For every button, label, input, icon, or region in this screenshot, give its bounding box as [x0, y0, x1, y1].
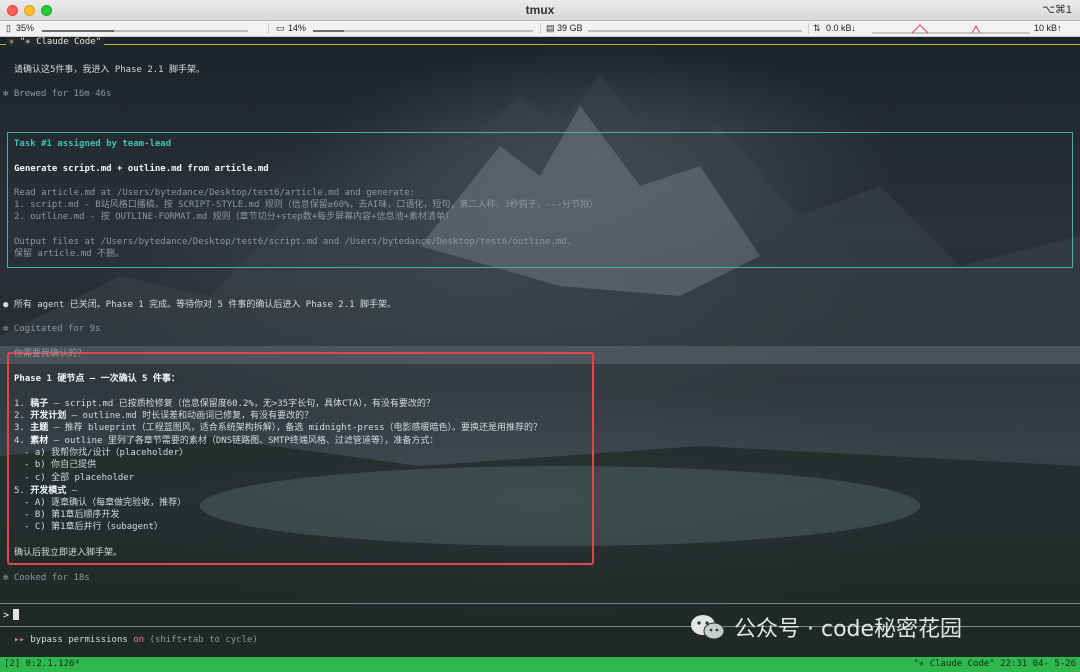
- prompt-input[interactable]: >: [3, 609, 20, 622]
- tmux-pane-title: ✳ "✳ Claude Code": [0, 37, 1080, 49]
- permissions-mode-line[interactable]: ▸▸ bypass permissions on (shift+tab to c…: [14, 634, 258, 646]
- cogitated-status: ✻ Cogitated for 9s: [3, 324, 101, 334]
- item-key: 素材: [30, 436, 49, 446]
- cpu-percent: 35%: [16, 23, 35, 33]
- confirm-item-3: 3. 主题 — 推荐 blueprint（工程蓝图风，适合系统架构拆解），备选 …: [14, 422, 542, 434]
- tmux-session-info[interactable]: [2] 0:2.1.126*: [4, 657, 80, 672]
- brewed-status: ✻ Brewed for 16m 46s: [3, 89, 112, 99]
- task-title: Generate script.md + outline.md from art…: [14, 164, 269, 174]
- task-keep-line: 保留 article.md 不删。: [14, 249, 125, 259]
- input-border-top: [0, 603, 1080, 604]
- window-shortcut: ⌥⌘1: [1042, 4, 1072, 16]
- item-text: — outline 里列了各章节需要的素材（DNS链路图、SMTP终端风格、过滤…: [48, 436, 439, 446]
- phase-title: Phase 1 硬节点 — 一次确认 5 件事：: [14, 374, 180, 384]
- confirm-closing-line: 确认后我立即进入脚手架。: [14, 548, 123, 558]
- window-title: tmux: [525, 3, 555, 17]
- item-key: 主题: [30, 423, 49, 433]
- confirm-item-1: 1. 稿子 — script.md 已按质检修复（信息保留度60.2%，无>35…: [14, 398, 435, 410]
- double-chevron-icon: ▸▸: [14, 635, 25, 645]
- confirm-item-4: 4. 素材 — outline 里列了各章节需要的素材（DNS链路图、SMTP终…: [14, 435, 438, 447]
- ask-label: 你需要我确认的？: [14, 349, 87, 359]
- permissions-state: on: [133, 635, 145, 645]
- assistant-message: 请确认这5件事，我进入 Phase 2.1 脚手架。: [14, 65, 206, 75]
- cpu-meter: [42, 30, 248, 32]
- system-stats-bar: ▯ 35% ▭ 14% ▤ 39 GB ⇅ 0.0 kB↓ 10 kB↑: [0, 21, 1080, 37]
- prompt-chevron-icon: >: [3, 610, 10, 621]
- dev-mode-option-b: - B) 第1章后顺序开发: [24, 510, 120, 520]
- material-option-b: - b) 你自己提供: [24, 460, 97, 470]
- confirm-item-2: 2. 开发计划 — outline.md 时长误差和动画词已修复，有没有要改的？: [14, 410, 313, 422]
- item-number: 2.: [14, 411, 31, 421]
- pane-label: ✳ "✳ Claude Code": [6, 37, 105, 47]
- item-number: 1.: [14, 399, 31, 409]
- agents-status-line: ● 所有 agent 已关闭。Phase 1 完成。等待你对 5 件事的确认后进…: [3, 300, 396, 310]
- item-key: 稿子: [30, 399, 49, 409]
- item-number: 3.: [14, 423, 31, 433]
- task-header: Task #1 assigned by team-lead: [14, 139, 172, 149]
- task-read-line: Read article.md at /Users/bytedance/Desk…: [14, 188, 415, 198]
- network-down: 0.0 kB↓: [826, 23, 857, 33]
- text-cursor: [13, 609, 20, 620]
- disk-meter: [588, 30, 802, 32]
- item-key: 开发计划: [30, 411, 67, 421]
- tmux-status-bar: [2] 0:2.1.126* "✳ Claude Code" 22:31 04-…: [0, 657, 1080, 672]
- item-text: — outline.md 时长误差和动画词已修复，有没有要改的？: [66, 411, 314, 421]
- material-option-c: - c) 全部 placeholder: [24, 473, 135, 483]
- network-icon: ⇅: [813, 23, 821, 33]
- cooked-status: ✻ Cooked for 18s: [3, 573, 90, 583]
- material-option-a: - a) 我帮你找/设计（placeholder）: [24, 448, 189, 458]
- dev-mode-option-a: - A) 逐章确认（每章做完验收，推荐）: [24, 498, 187, 508]
- stats-divider: [808, 23, 809, 34]
- pane-border: [0, 44, 1080, 45]
- memory-percent: 14%: [288, 23, 307, 33]
- item-text: — script.md 已按质检修复（信息保留度60.2%，无>35字长句，具体…: [48, 399, 435, 409]
- memory-meter-fill: [313, 30, 344, 32]
- cpu-meter-fill: [42, 30, 115, 32]
- wechat-icon: [691, 615, 725, 640]
- spark-icon: ✳: [9, 37, 15, 47]
- item-number: 5.: [14, 486, 31, 496]
- tmux-status-right: "✳ Claude Code" 22:31 04- 5-26: [913, 659, 1076, 669]
- item-text: — 推荐 blueprint（工程蓝图风，适合系统架构拆解），备选 midnig…: [48, 423, 543, 433]
- cpu-icon: ▯: [6, 23, 11, 33]
- watermark-text: 公众号 · code秘密花园: [734, 617, 963, 642]
- confirm-item-5: 5. 开发模式 —: [14, 485, 77, 497]
- disk-icon: ▤: [546, 23, 555, 33]
- permissions-hint: (shift+tab to cycle): [144, 635, 258, 645]
- task-item-1: 1. script.md - B站风格口播稿，按 SCRIPT-STYLE.md…: [14, 200, 598, 210]
- task-output-line: Output files at /Users/bytedance/Desktop…: [14, 237, 573, 247]
- pane-title-text: "✳ Claude Code": [19, 37, 102, 47]
- memory-icon: ▭: [276, 23, 285, 33]
- item-key: 开发模式: [30, 486, 67, 496]
- disk-usage: 39 GB: [557, 23, 583, 33]
- network-up: 10 kB↑: [1034, 23, 1062, 33]
- task-item-2: 2. outline.md - 按 OUTLINE-FORMAT.md 规则（章…: [14, 212, 454, 222]
- permissions-label: bypass permissions: [24, 635, 134, 645]
- window-title-bar: tmux ⌥⌘1: [0, 0, 1080, 21]
- memory-meter: [313, 30, 533, 32]
- stats-divider: [268, 23, 269, 34]
- item-number: 4.: [14, 436, 31, 446]
- network-graph: [872, 24, 1030, 34]
- stats-divider: [540, 23, 541, 34]
- item-text: —: [66, 486, 78, 496]
- dev-mode-option-c: - C) 第1章后并行（subagent）: [24, 522, 163, 532]
